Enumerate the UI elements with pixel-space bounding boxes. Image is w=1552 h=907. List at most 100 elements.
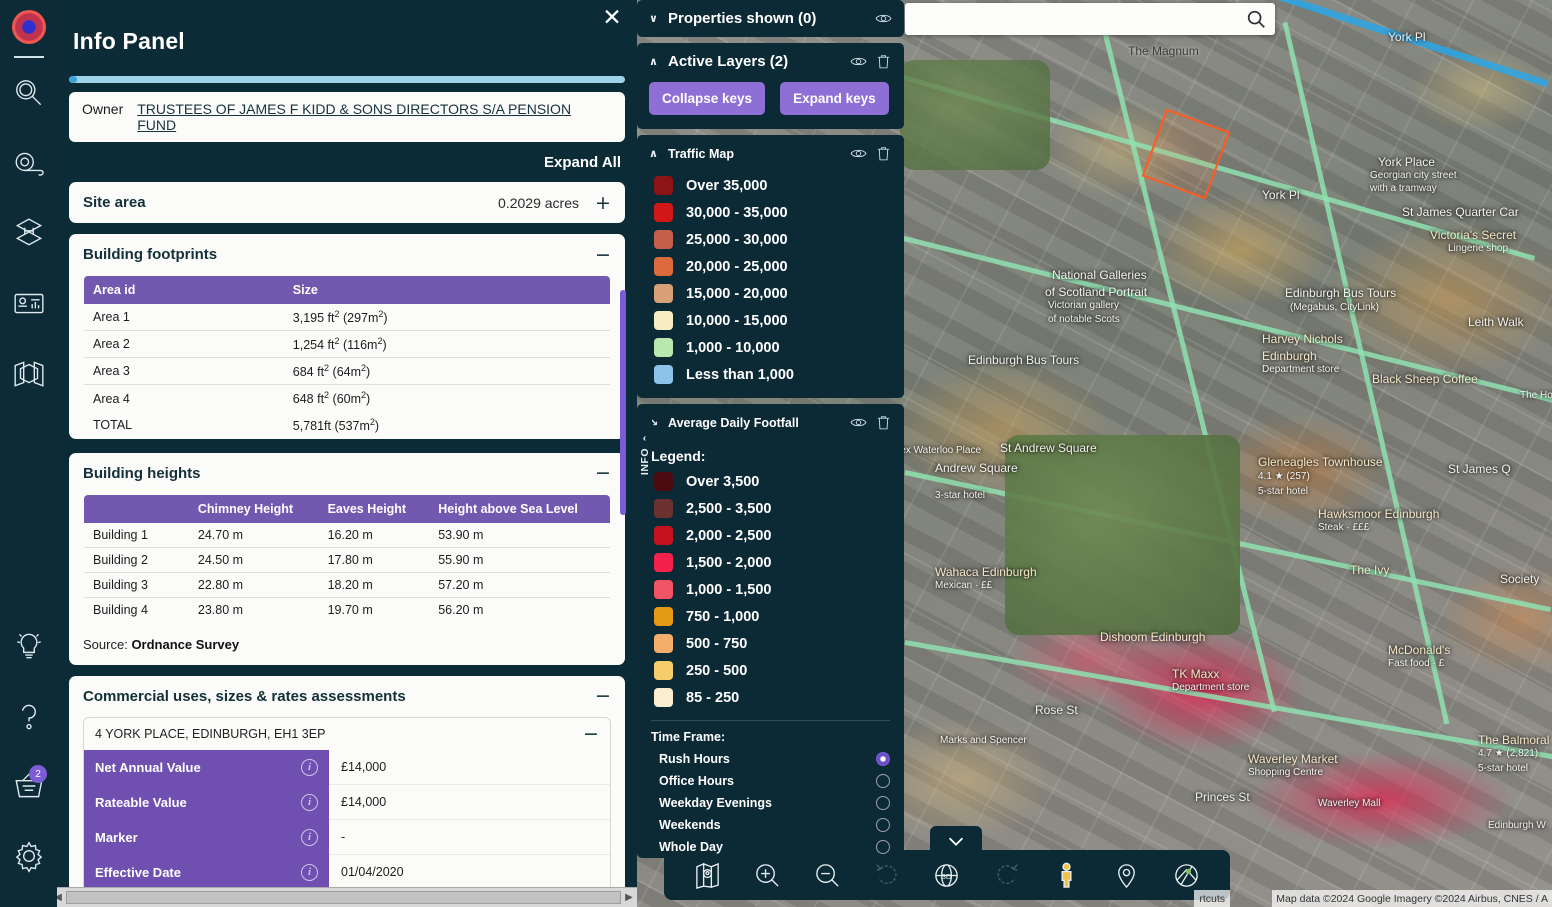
traffic-legend-item[interactable]: Less than 1,000 bbox=[637, 361, 904, 388]
info-circle-icon[interactable]: i bbox=[301, 828, 318, 846]
left-navigation-rail[interactable]: 2 bbox=[0, 0, 57, 907]
footfall-legend-item[interactable]: 1,000 - 1,500 bbox=[637, 576, 904, 603]
close-icon[interactable]: ✕ bbox=[601, 7, 623, 30]
sidebar-item-help[interactable] bbox=[0, 681, 57, 751]
eye-icon[interactable] bbox=[850, 53, 867, 70]
street-view-button[interactable] bbox=[1050, 859, 1082, 891]
info-circle-icon[interactable]: i bbox=[301, 758, 318, 776]
traffic-legend-item[interactable]: 25,000 - 30,000 bbox=[637, 226, 904, 253]
footfall-legend-item[interactable]: Over 3,500 bbox=[637, 468, 904, 495]
commercial-address-header[interactable]: 4 YORK PLACE, EDINBURGH, EH1 3EP − bbox=[84, 718, 610, 750]
scrollbar-thumb[interactable] bbox=[66, 891, 621, 904]
time-frame-option[interactable]: Office Hours bbox=[637, 770, 904, 792]
active-layers-header[interactable]: ∧ Active Layers (2) bbox=[637, 43, 904, 80]
traffic-legend-item[interactable]: 30,000 - 35,000 bbox=[637, 199, 904, 226]
footfall-legend-item[interactable]: 2,500 - 3,500 bbox=[637, 495, 904, 522]
keyboard-shortcuts-label[interactable]: rtcuts bbox=[1194, 890, 1230, 907]
footfall-header[interactable]: ↘ Average Daily Footfall bbox=[637, 404, 904, 441]
sidebar-item-reports[interactable] bbox=[0, 268, 57, 338]
traffic-legend-item[interactable]: 20,000 - 25,000 bbox=[637, 253, 904, 280]
radio-button[interactable] bbox=[876, 818, 890, 832]
footfall-legend-item[interactable]: 1,500 - 2,000 bbox=[637, 549, 904, 576]
collapse-minus-icon[interactable]: − bbox=[595, 245, 611, 264]
app-logo[interactable] bbox=[11, 10, 46, 44]
collapse-keys-button[interactable]: Collapse keys bbox=[649, 82, 766, 115]
time-frame-option[interactable]: Whole Day bbox=[637, 836, 904, 858]
map-green-route bbox=[879, 230, 1552, 405]
eye-icon[interactable] bbox=[850, 414, 867, 431]
traffic-map-header[interactable]: ∧ Traffic Map bbox=[637, 135, 904, 172]
info-circle-icon[interactable]: i bbox=[301, 793, 318, 811]
footfall-legend-item[interactable]: 2,000 - 2,500 bbox=[637, 522, 904, 549]
radio-button[interactable] bbox=[876, 840, 890, 854]
footfall-legend-item[interactable]: 85 - 250 bbox=[637, 684, 904, 711]
traffic-legend-item[interactable]: 15,000 - 20,000 bbox=[637, 280, 904, 307]
map-label: The Magnum bbox=[1128, 44, 1199, 58]
card-commercial-uses-header[interactable]: Commercial uses, sizes & rates assessmen… bbox=[69, 676, 625, 717]
map-search-bar[interactable] bbox=[905, 3, 1275, 35]
3d-model-map-icon bbox=[13, 361, 44, 387]
owner-value-link[interactable]: TRUSTEES OF JAMES F KIDD & SONS DIRECTOR… bbox=[137, 101, 612, 133]
footfall-legend-label: Over 3,500 bbox=[686, 473, 760, 490]
source-note: Source: Ordnance Survey bbox=[69, 637, 625, 665]
map-label: TK Maxx bbox=[1172, 667, 1220, 681]
search-input[interactable] bbox=[913, 11, 1245, 27]
card-building-heights-header[interactable]: Building heights − bbox=[69, 453, 625, 494]
card-building-footprints-header[interactable]: Building footprints − bbox=[69, 234, 625, 275]
selected-parcel-outline[interactable] bbox=[1141, 108, 1231, 200]
time-frame-option[interactable]: Weekends bbox=[637, 814, 904, 836]
collapse-minus-icon[interactable]: − bbox=[583, 724, 599, 743]
scroll-right-arrow-icon[interactable]: ▶ bbox=[621, 892, 637, 903]
sidebar-item-insights[interactable] bbox=[0, 611, 57, 681]
trash-icon[interactable] bbox=[875, 53, 892, 70]
eye-icon[interactable] bbox=[850, 145, 867, 162]
radio-button[interactable] bbox=[876, 796, 890, 810]
commercial-attribute-key: Effective Date i bbox=[84, 854, 329, 890]
table-cell: 53.90 m bbox=[438, 527, 484, 542]
chevron-up-icon[interactable]: ∧ bbox=[649, 147, 660, 160]
sidebar-item-basket[interactable]: 2 bbox=[0, 751, 57, 821]
sidebar-item-search[interactable] bbox=[0, 58, 57, 128]
collapse-minus-icon[interactable]: − bbox=[595, 464, 611, 483]
chevron-down-icon[interactable]: ∨ bbox=[649, 12, 660, 25]
expand-keys-button[interactable]: Expand keys bbox=[780, 82, 889, 115]
rotate-right-button[interactable] bbox=[991, 859, 1023, 891]
traffic-legend-item[interactable]: Over 35,000 bbox=[637, 172, 904, 199]
footfall-legend-item[interactable]: 250 - 500 bbox=[637, 657, 904, 684]
collapse-minus-icon[interactable]: − bbox=[595, 687, 611, 706]
info-tab-toggle[interactable]: ‹ INFO bbox=[637, 415, 652, 493]
time-frame-option[interactable]: Weekday Evenings bbox=[637, 792, 904, 814]
horizontal-scrollbar[interactable]: ◀ ▶ bbox=[50, 887, 637, 907]
properties-shown-header[interactable]: ∨ Properties shown (0) bbox=[637, 0, 904, 37]
sidebar-item-measure[interactable] bbox=[0, 128, 57, 198]
radio-button[interactable] bbox=[876, 752, 890, 766]
sidebar-item-3d-model[interactable] bbox=[0, 338, 57, 408]
card-site-area-header[interactable]: Site area 0.2029 acres + bbox=[69, 182, 625, 223]
expand-plus-icon[interactable]: + bbox=[595, 193, 611, 212]
search-icon[interactable] bbox=[1245, 8, 1267, 30]
globe-3d-icon: 3D bbox=[935, 863, 959, 887]
chevron-up-icon[interactable]: ∧ bbox=[649, 55, 660, 68]
info-circle-icon[interactable]: i bbox=[301, 863, 318, 881]
info-panel-scrollbar[interactable] bbox=[620, 290, 626, 515]
traffic-legend-label: Over 35,000 bbox=[686, 177, 768, 194]
hide-layers-button[interactable] bbox=[1170, 859, 1202, 891]
globe-3d-button[interactable]: 3D bbox=[931, 859, 963, 891]
footfall-legend-item[interactable]: 500 - 750 bbox=[637, 630, 904, 657]
radio-button[interactable] bbox=[876, 774, 890, 788]
sidebar-item-settings[interactable] bbox=[0, 821, 57, 891]
traffic-legend-item[interactable]: 1,000 - 10,000 bbox=[637, 334, 904, 361]
map-label: 4.1 ★ (257) bbox=[1258, 471, 1310, 482]
time-frame-option[interactable]: Rush Hours bbox=[637, 748, 904, 770]
expand-all-button[interactable]: Expand All bbox=[57, 142, 637, 171]
location-pin-button[interactable] bbox=[1110, 859, 1142, 891]
table-cell: Area 1 bbox=[93, 310, 130, 325]
eye-icon[interactable] bbox=[875, 10, 892, 27]
trash-icon[interactable] bbox=[875, 145, 892, 162]
footfall-legend-item[interactable]: 750 - 1,000 bbox=[637, 603, 904, 630]
traffic-legend-item[interactable]: 10,000 - 15,000 bbox=[637, 307, 904, 334]
trash-icon[interactable] bbox=[875, 414, 892, 431]
map-label: St James Quarter Car bbox=[1402, 205, 1519, 219]
footfall-legend-swatch bbox=[654, 634, 673, 653]
sidebar-item-3d-layers[interactable] bbox=[0, 198, 57, 268]
